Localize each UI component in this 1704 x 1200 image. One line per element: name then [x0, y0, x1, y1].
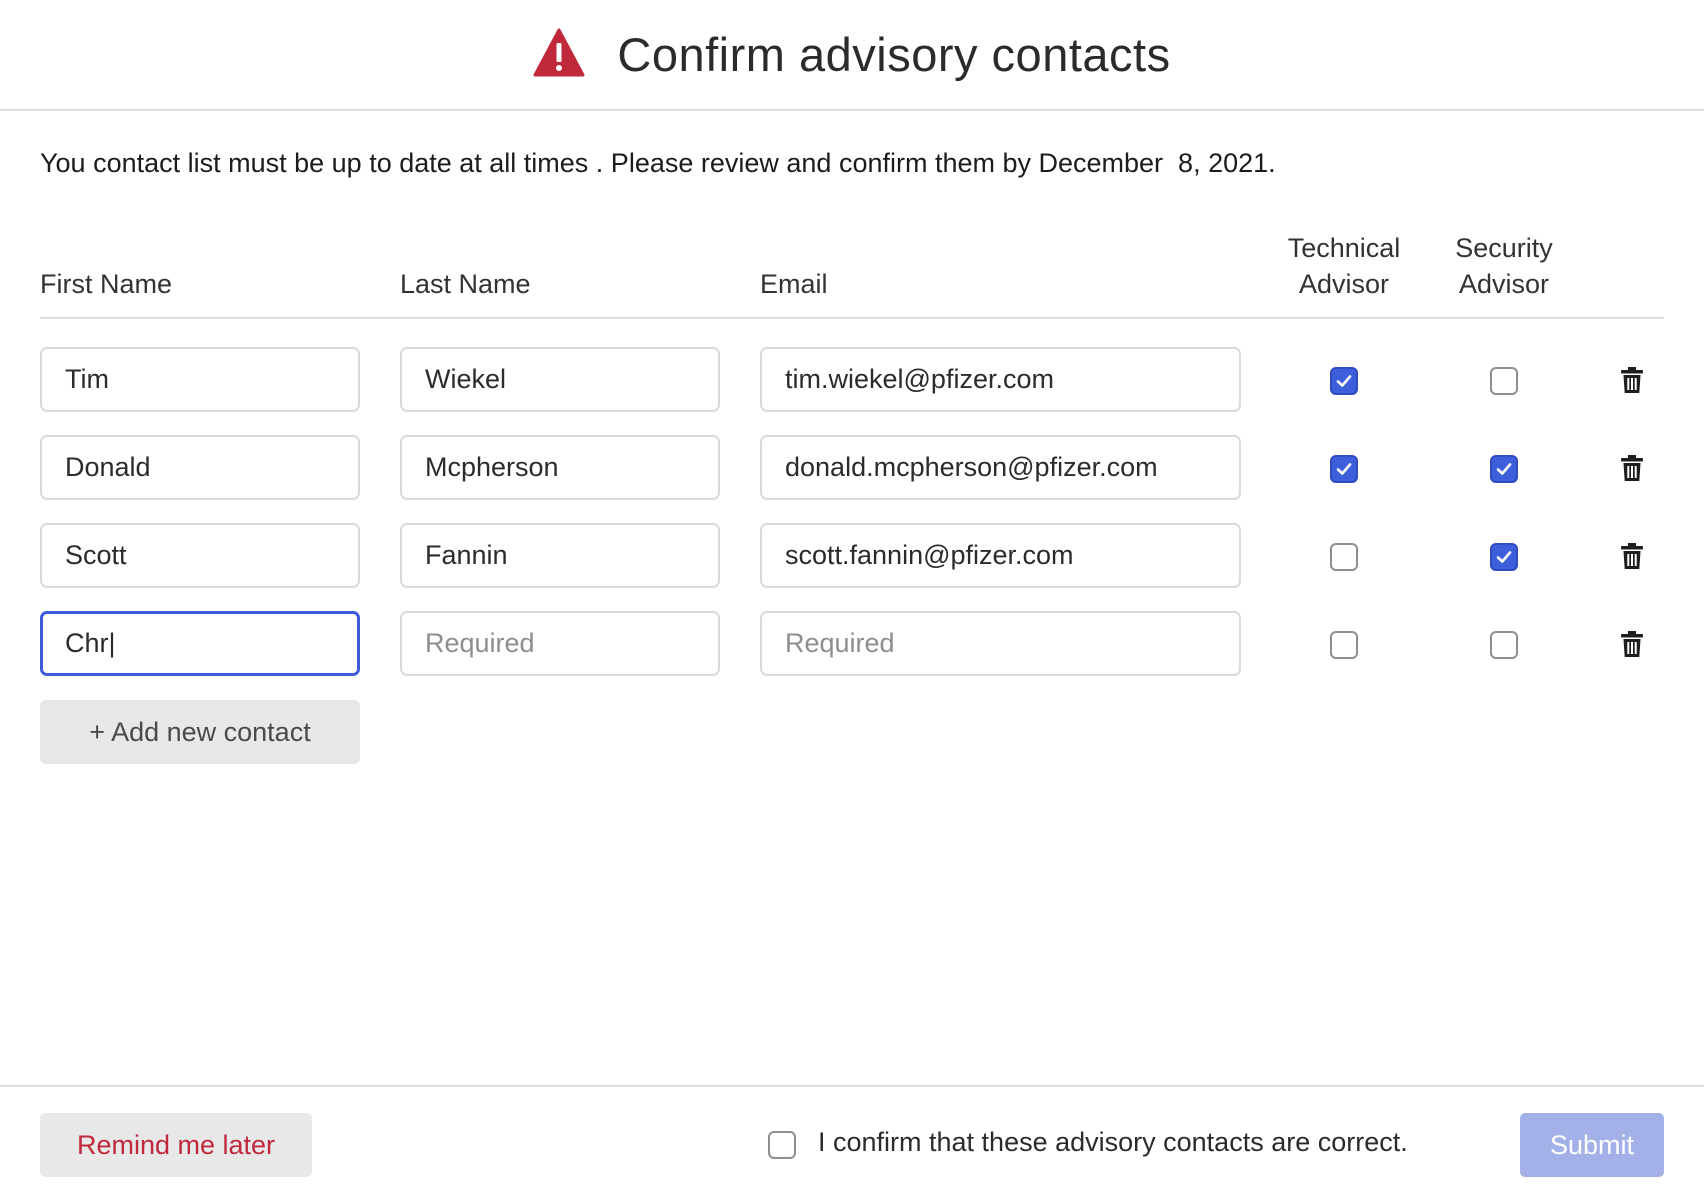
last-name-input[interactable] [400, 347, 720, 412]
trash-icon[interactable] [1621, 631, 1643, 657]
first-name-input[interactable] [40, 435, 360, 500]
email-input[interactable] [760, 347, 1241, 412]
trash-icon[interactable] [1621, 367, 1643, 393]
email-input[interactable] [760, 435, 1241, 500]
checkmark-icon [1496, 463, 1512, 475]
first-name-input[interactable] [40, 523, 360, 588]
security-advisor-checkbox[interactable] [1490, 631, 1518, 659]
last-name-input[interactable] [400, 611, 720, 676]
technical-advisor-checkbox[interactable] [1330, 367, 1358, 395]
dialog-title: Confirm advisory contacts [617, 28, 1171, 81]
trash-icon[interactable] [1621, 543, 1643, 569]
confirm-label: I confirm that these advisory contacts a… [818, 1127, 1408, 1157]
dialog-footer: Remind me later I confirm that these adv… [0, 1085, 1704, 1200]
email-input[interactable] [760, 523, 1241, 588]
technical-advisor-checkbox[interactable] [1330, 543, 1358, 571]
technical-advisor-header: Technical Advisor [1254, 230, 1434, 302]
security-advisor-header-line2: Advisor [1458, 269, 1550, 299]
security-advisor-checkbox[interactable] [1490, 543, 1518, 571]
submit-button[interactable]: Submit [1520, 1113, 1664, 1177]
checkmark-icon [1336, 463, 1352, 475]
technical-advisor-checkbox[interactable] [1330, 631, 1358, 659]
last-name-header: Last Name [400, 269, 531, 299]
email-header: Email [760, 269, 828, 299]
remind-me-later-button[interactable]: Remind me later [40, 1113, 312, 1177]
dialog-header: Confirm advisory contacts [0, 0, 1704, 111]
security-advisor-checkbox[interactable] [1490, 455, 1518, 483]
last-name-input[interactable] [400, 435, 720, 500]
first-name-input[interactable] [40, 347, 360, 412]
security-advisor-header-line1: Security [1455, 233, 1553, 263]
confirm-checkbox[interactable] [768, 1131, 796, 1159]
technical-advisor-header-line2: Advisor [1298, 269, 1390, 299]
table-header-divider [40, 317, 1664, 319]
email-input[interactable] [760, 611, 1241, 676]
last-name-input[interactable] [400, 523, 720, 588]
first-name-input[interactable] [40, 611, 360, 676]
checkmark-icon [1496, 551, 1512, 563]
first-name-header: First Name [40, 269, 173, 299]
security-advisor-checkbox[interactable] [1490, 367, 1518, 395]
technical-advisor-checkbox[interactable] [1330, 455, 1358, 483]
warning-icon [533, 28, 585, 76]
technical-advisor-header-line1: Technical [1287, 233, 1401, 263]
security-advisor-header: Security Advisor [1414, 230, 1594, 302]
checkmark-icon [1336, 375, 1352, 387]
trash-icon[interactable] [1621, 455, 1643, 481]
add-new-contact-button[interactable]: + Add new contact [40, 700, 360, 764]
notice-text: You contact list must be up to date at a… [40, 148, 1276, 178]
